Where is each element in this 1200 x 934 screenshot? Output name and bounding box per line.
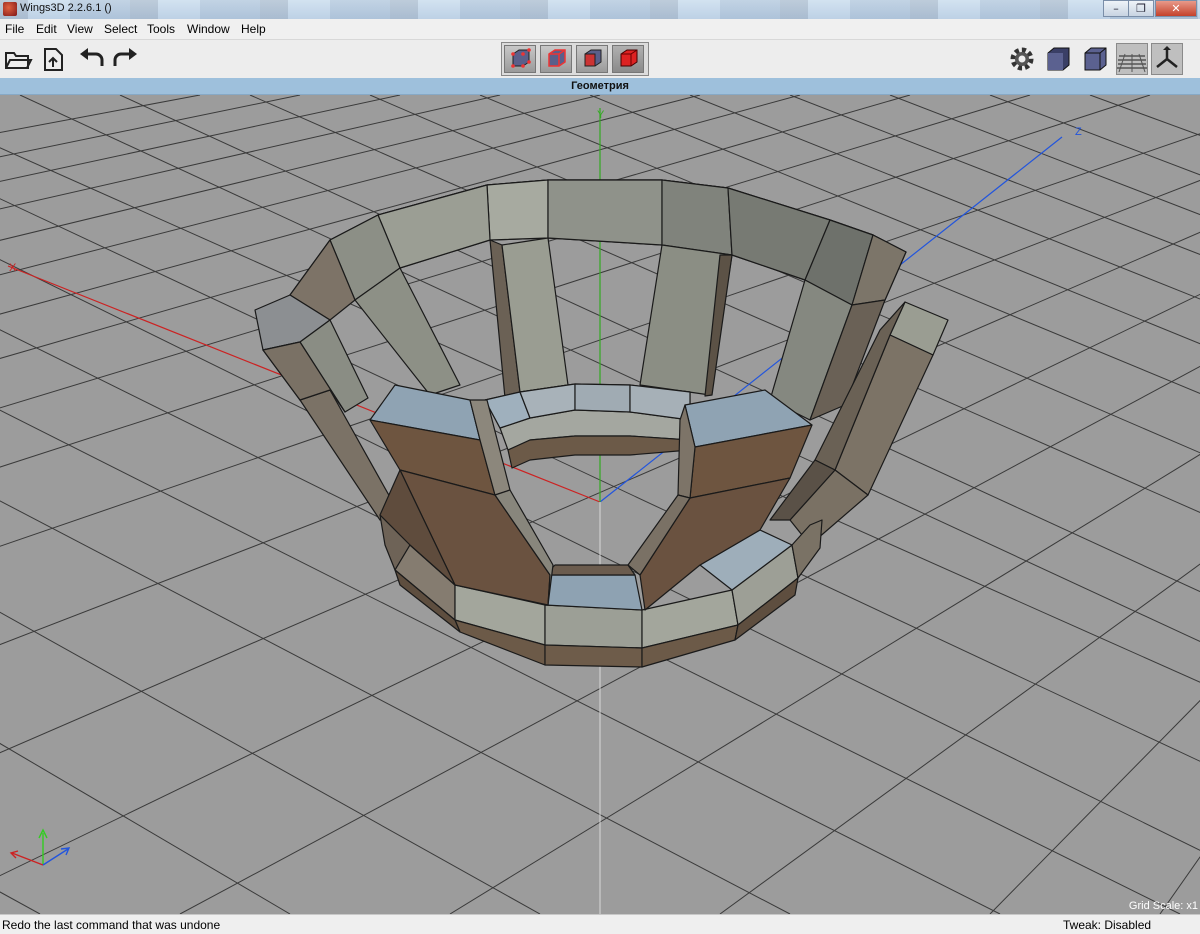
face-cube-icon [584,49,602,67]
menu-tools[interactable]: Tools [147,22,175,36]
vertex-mode-button[interactable] [504,45,536,73]
smooth-shaded-cube-icon[interactable] [1042,43,1074,75]
title-bar: Wings3D 2.2.6.1 () – ❐ ✕ [0,0,1200,19]
geometry-viewport[interactable]: X Y Z Grid Scale: x1 [0,95,1200,914]
minimize-button[interactable]: – [1103,0,1129,17]
settings-gear-icon[interactable] [1006,43,1038,75]
redo-icon[interactable] [111,44,141,74]
maximize-button[interactable]: ❐ [1128,0,1154,17]
menu-select[interactable]: Select [104,22,137,36]
ground-grid-icon [1117,53,1147,73]
body-mode-button[interactable] [612,45,644,73]
menu-edit[interactable]: Edit [36,22,57,36]
wireframe-cube-icon[interactable] [1079,43,1111,75]
toolbar [0,40,1200,79]
face-mode-button[interactable] [576,45,608,73]
z-axis-label: Z [1075,126,1082,138]
undo-icon[interactable] [76,44,106,74]
tweak-status: Tweak: Disabled [1063,918,1152,932]
edge-cube-icon [548,49,566,67]
wings3d-app-icon [3,2,17,16]
viewport-canvas: X Y Z [0,95,1200,914]
menu-bar: File Edit View Select Tools Window Help [0,19,1200,40]
menu-window[interactable]: Window [187,22,230,36]
menu-view[interactable]: View [67,22,93,36]
import-icon[interactable] [38,44,68,74]
selection-mode-group [501,42,649,76]
menu-help[interactable]: Help [241,22,266,36]
window-title: Wings3D 2.2.6.1 () [20,2,112,14]
status-bar: Redo the last command that was undone Tw… [0,914,1200,934]
blurred-background-tabs [0,0,1200,19]
ground-grid-toggle[interactable] [1116,43,1148,75]
body-cube-icon [620,49,638,67]
edge-mode-button[interactable] [540,45,572,73]
vertex-cube-icon [511,48,531,68]
open-folder-icon[interactable] [3,44,33,74]
viewport-title: Геометрия [0,78,1200,95]
x-axis-label: X [9,262,17,274]
status-message: Redo the last command that was undone [2,918,221,932]
axes-toggle[interactable] [1151,43,1183,75]
y-axis-label: Y [597,109,605,121]
axes-icon [1156,46,1178,68]
close-button[interactable]: ✕ [1155,0,1197,17]
grid-scale-readout: Grid Scale: x1 [1128,900,1198,912]
menu-file[interactable]: File [5,22,24,36]
